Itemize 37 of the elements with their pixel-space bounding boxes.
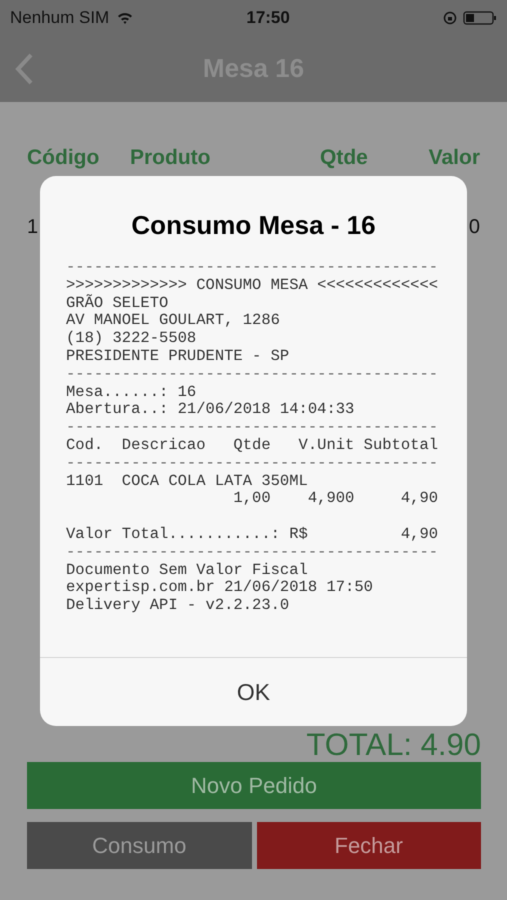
dashed-rule: ---------------------------------------- <box>66 542 438 561</box>
receipt-line: Valor Total...........: R$ 4,90 <box>66 524 438 543</box>
dashed-rule: ---------------------------------------- <box>66 364 438 383</box>
column-header: Valor <box>428 146 480 169</box>
carrier-label: Nenhum SIM <box>10 6 110 29</box>
receipt-line: PRESIDENTE PRUDENTE - SP <box>66 346 290 365</box>
rotation-lock-icon <box>443 10 457 24</box>
receipt-line: Documento Sem Valor Fiscal <box>66 560 308 579</box>
wifi-icon <box>117 12 134 24</box>
battery-icon <box>463 10 497 24</box>
receipt-line: 1,00 4,900 4,90 <box>232 489 438 508</box>
action-button[interactable]: Novo Pedido <box>27 762 481 809</box>
receipt-line: >>>>>>>>>>>>> CONSUMO MESA <<<<<<<<<<<<< <box>66 276 438 294</box>
receipt-line: Mesa......: 16 <box>66 382 196 401</box>
order-total: TOTAL: 4.90 <box>306 728 481 762</box>
dashed-rule: ---------------------------------------- <box>66 454 438 472</box>
receipt-line: expertisp.com.br 21/06/2018 17:50 <box>66 578 373 596</box>
receipt-line: (18) 3222-5508 <box>66 329 196 348</box>
clock-time: 17:50 <box>246 6 290 29</box>
column-header: Código <box>27 146 100 169</box>
receipt-line: Abertura..: 21/06/2018 14:04:33 <box>66 400 354 418</box>
table-cell: 1 <box>27 216 38 238</box>
dashed-rule: ---------------------------------------- <box>66 418 438 436</box>
close-button[interactable]: Fechar <box>256 822 481 869</box>
receipt-line: 1101 COCA COLA LATA 350ML <box>66 472 308 490</box>
receipt-line: GRÃO SELETO <box>66 294 168 312</box>
dashed-rule: ---------------------------------------- <box>66 258 438 276</box>
receipt-line: Cod. Descricao Qtde V.Unit Subtotal <box>66 436 438 454</box>
receipt-line: Delivery API - v2.2.23.0 <box>66 596 290 614</box>
column-header: Produto <box>130 146 210 169</box>
dialog-title: Consumo Mesa - 16 <box>131 209 376 242</box>
receipt-line: AV MANOEL GOULART, 1286 <box>66 311 280 330</box>
table-cell: 0 <box>468 216 480 238</box>
column-header: Qtde <box>320 146 368 169</box>
back-chevron-icon[interactable] <box>14 52 34 86</box>
ok-button[interactable]: OK <box>40 657 467 726</box>
action-button[interactable]: Consumo <box>27 822 252 869</box>
